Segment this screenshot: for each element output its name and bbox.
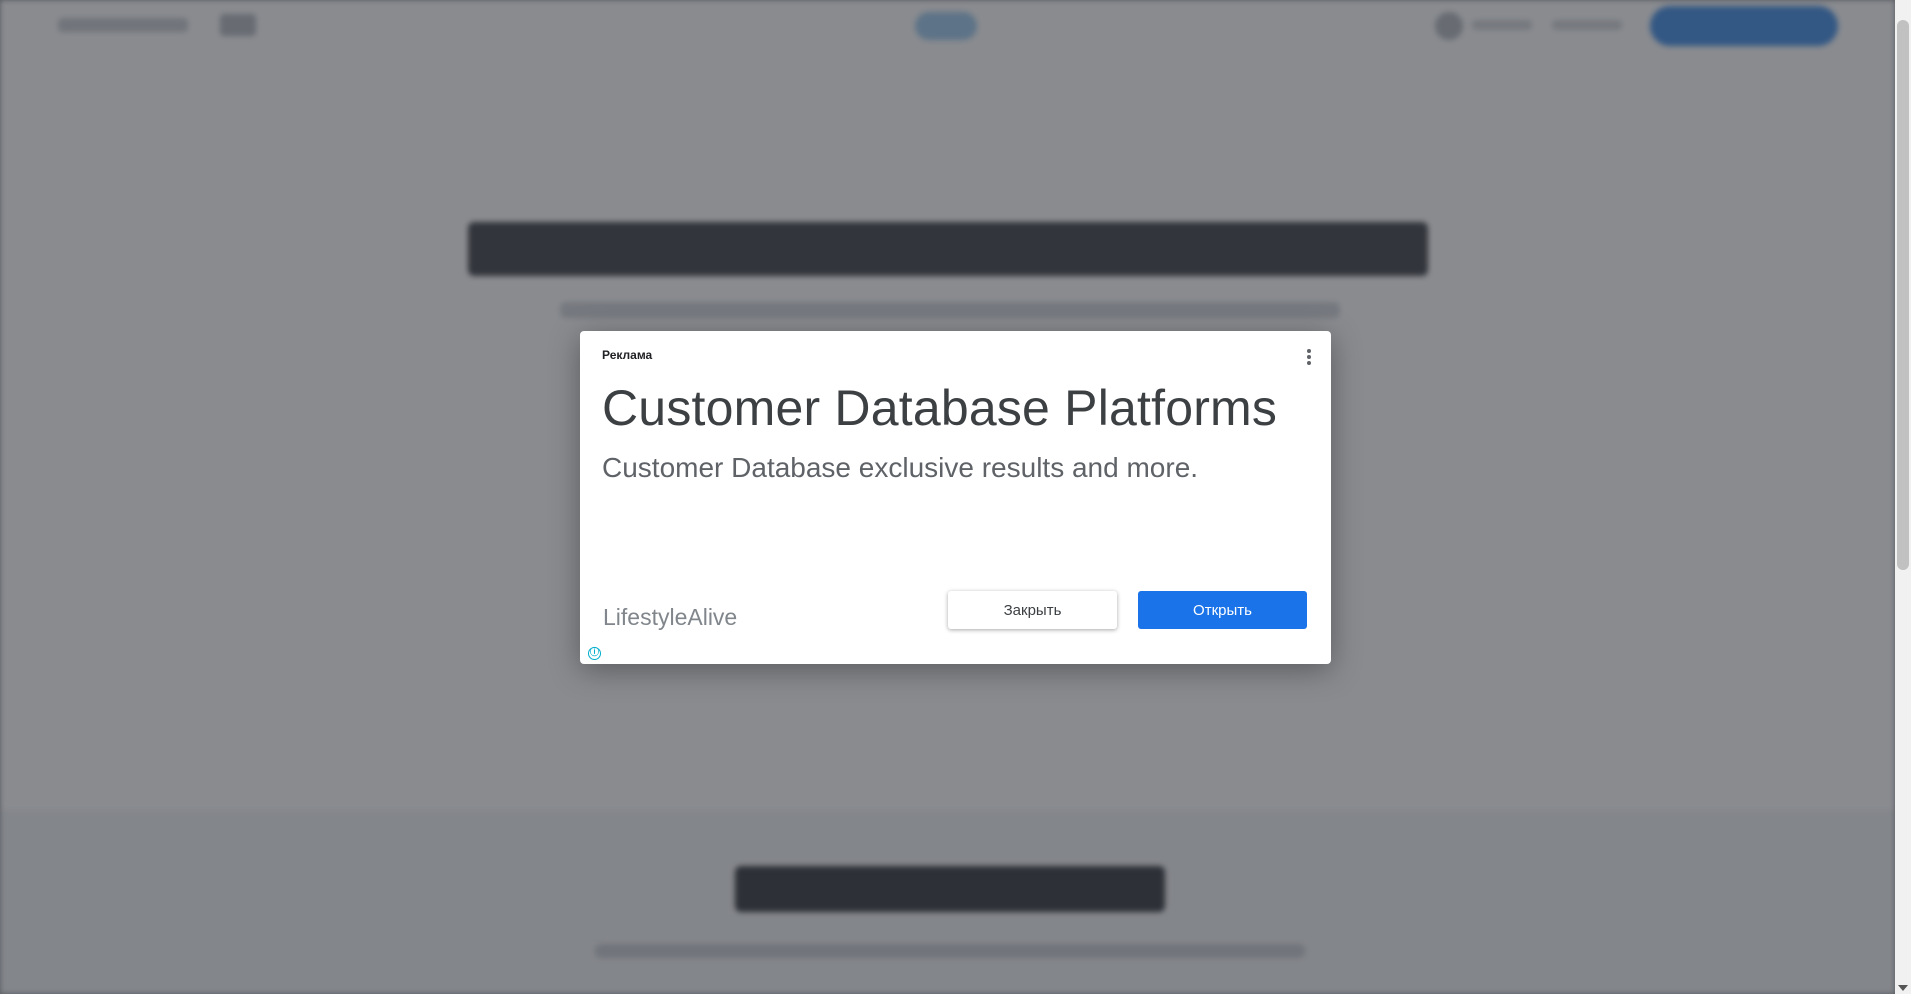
menu-dot bbox=[1307, 361, 1311, 366]
menu-dot bbox=[1307, 355, 1311, 359]
ad-dialog: Реклама Customer Database Platforms Cust… bbox=[580, 331, 1331, 664]
scrollbar-thumb[interactable] bbox=[1897, 20, 1909, 570]
more-vert-icon[interactable] bbox=[1299, 343, 1319, 371]
scroll-down-arrow-icon[interactable] bbox=[1898, 985, 1908, 991]
ad-advertiser[interactable]: LifestyleAlive bbox=[603, 604, 737, 631]
ad-description[interactable]: Customer Database exclusive results and … bbox=[602, 452, 1198, 484]
open-ad-button[interactable]: Открыть bbox=[1138, 591, 1307, 629]
ad-info-icon[interactable]: ⓘ bbox=[588, 647, 601, 660]
close-ad-button[interactable]: Закрыть bbox=[948, 591, 1117, 629]
page-scrollbar[interactable] bbox=[1895, 0, 1911, 994]
ad-headline[interactable]: Customer Database Platforms bbox=[602, 379, 1277, 437]
ad-label: Реклама bbox=[602, 348, 653, 362]
menu-dot bbox=[1307, 348, 1311, 353]
